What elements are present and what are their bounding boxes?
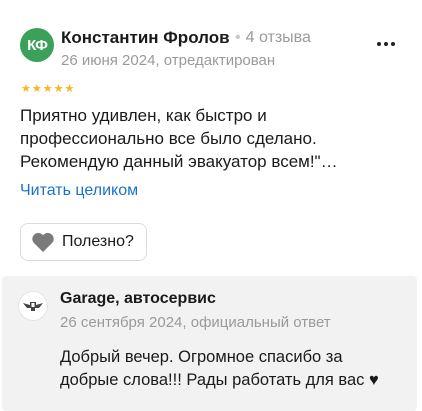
- star-icon: ★: [31, 83, 42, 95]
- author-avatar[interactable]: КФ: [20, 28, 54, 62]
- more-dots-icon: [391, 42, 395, 46]
- text-line: Рекомендую данный эвакуатор всем!"…: [20, 152, 338, 171]
- org-avatar[interactable]: [18, 291, 48, 321]
- separator-dot: •: [235, 29, 241, 46]
- helpful-label: Полезно?: [62, 233, 134, 250]
- reply-meta: 26 сентября 2024, официальный ответ: [60, 314, 331, 331]
- star-rating: ★ ★ ★ ★ ★: [21, 84, 74, 95]
- review-date: 26 июня 2024, отредактирован: [61, 52, 276, 69]
- text-line: Приятно удивлен, как быстро и: [20, 106, 267, 125]
- more-dots-icon: [377, 42, 381, 46]
- text-line: добрые слова!!! Рады работать для вас ♥: [60, 371, 379, 389]
- heart-icon: [32, 232, 54, 252]
- star-icon: ★: [21, 83, 31, 95]
- org-name[interactable]: Garage, автосервис: [60, 290, 216, 308]
- more-options-button[interactable]: [372, 32, 400, 56]
- text-line: Добрый вечер. Огромное спасибо за: [60, 348, 343, 366]
- owner-reply: Garage, автосервис 26 сентября 2024, офи…: [2, 276, 417, 411]
- more-dots-icon: [384, 42, 388, 46]
- star-icon: ★: [53, 83, 64, 95]
- review-count-text: 4 отзыва: [245, 29, 311, 46]
- reply-text: Добрый вечер. Огромное спасибо за добрые …: [60, 346, 405, 392]
- read-more-link[interactable]: Читать целиком: [20, 182, 138, 200]
- star-icon: ★: [42, 83, 53, 95]
- review-text: Приятно удивлен, как быстро и профессиона…: [20, 104, 390, 173]
- text-line: профессионально все было сделано.: [20, 129, 317, 148]
- star-icon: ★: [64, 83, 75, 95]
- avatar-initials: КФ: [27, 36, 48, 54]
- author-review-count: • 4 отзыва: [235, 29, 311, 47]
- garage-logo-icon: [23, 302, 43, 311]
- author-name[interactable]: Константин Фролов: [61, 28, 230, 48]
- helpful-button[interactable]: Полезно?: [20, 223, 147, 261]
- review-card: КФ Константин Фролов • 4 отзыва 26 июня 2…: [0, 0, 422, 270]
